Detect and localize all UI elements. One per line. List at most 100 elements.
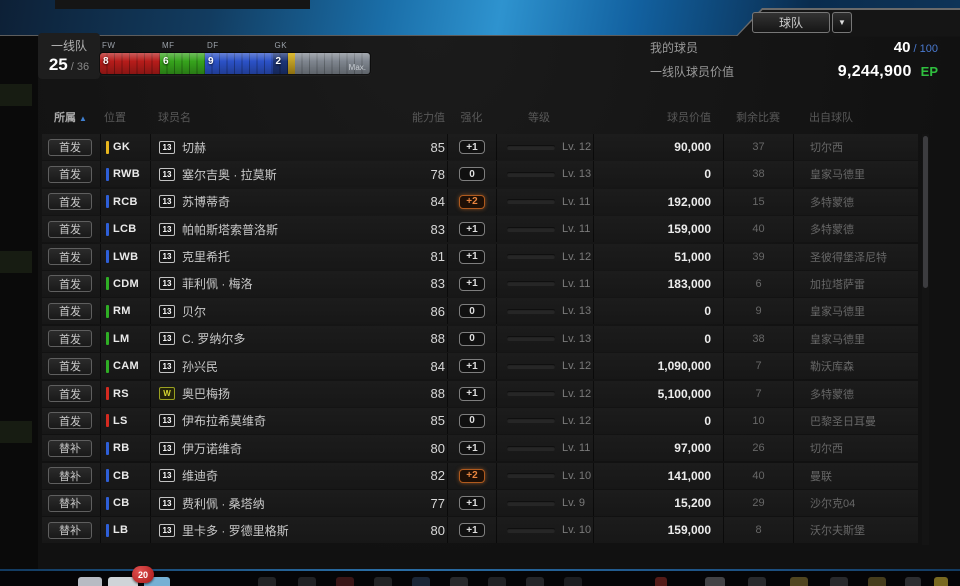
column-header-value[interactable]: 球员价值 xyxy=(593,109,723,125)
role-button[interactable]: 替补 xyxy=(48,439,92,457)
team-dropdown[interactable]: 球队 xyxy=(752,12,830,33)
role-button[interactable]: 首发 xyxy=(48,248,92,266)
role-button[interactable]: 替补 xyxy=(48,467,92,485)
taskbar-icon[interactable] xyxy=(336,577,354,586)
role-button[interactable]: 首发 xyxy=(48,412,92,430)
remaining-matches-cell: 38 xyxy=(723,325,793,352)
level-cell: Lv. 11 xyxy=(496,270,593,297)
table-row[interactable]: 首发 LM 13 C. 罗纳尔多 88 0 Lv. 13 0 38 皇家马德里 xyxy=(42,325,918,352)
value-cell: 141,000 xyxy=(593,462,723,489)
table-row[interactable]: 首发 GK 13 切赫 85 +1 Lv. 12 90,000 37 切尔西 xyxy=(42,134,918,160)
chevron-down-icon: ▼ xyxy=(838,18,846,27)
value-cell: 0 xyxy=(593,161,723,188)
level-progress-track xyxy=(507,171,555,177)
table-row[interactable]: 首发 RWB 13 塞尔吉奥 · 拉莫斯 78 0 Lv. 13 0 38 皇家… xyxy=(42,161,918,188)
position-cell: LB xyxy=(100,517,150,544)
table-row[interactable]: 替补 CB 13 维迪奇 82 +2 Lv. 10 141,000 40 曼联 xyxy=(42,462,918,489)
column-header-club[interactable]: 出自球队 xyxy=(793,109,918,125)
role-button[interactable]: 首发 xyxy=(48,330,92,348)
role-button[interactable]: 首发 xyxy=(48,275,92,293)
table-row[interactable]: 替补 LB 13 里卡多 · 罗德里格斯 80 +1 Lv. 10 159,00… xyxy=(42,517,918,544)
level-cell: Lv. 9 xyxy=(496,490,593,517)
remaining-matches-cell: 9 xyxy=(723,298,793,325)
remaining-matches-cell: 29 xyxy=(723,490,793,517)
taskbar-icon[interactable] xyxy=(905,577,921,586)
squad-value-row: 一线队球员价值 9,244,900 EP xyxy=(650,63,938,82)
scrollbar-thumb[interactable] xyxy=(923,136,928,288)
team-dropdown-arrow-button[interactable]: ▼ xyxy=(832,12,852,33)
column-header-enhance[interactable]: 强化 xyxy=(447,109,496,125)
column-header-remaining[interactable]: 剩余比赛 xyxy=(723,109,793,125)
season-badge: W xyxy=(159,387,175,401)
taskbar-icon[interactable] xyxy=(868,577,886,586)
table-row[interactable]: 首发 LWB 13 克里希托 81 +1 Lv. 12 51,000 39 圣彼… xyxy=(42,243,918,270)
taskbar-icon[interactable] xyxy=(258,577,276,586)
role-button[interactable]: 首发 xyxy=(48,165,92,183)
position-color-bar xyxy=(106,523,109,537)
taskbar-icon[interactable] xyxy=(374,577,392,586)
role-button[interactable]: 首发 xyxy=(48,220,92,238)
taskbar-icon[interactable] xyxy=(488,577,506,586)
level-label: Lv. 11 xyxy=(562,223,591,236)
origin-club-cell: 皇家马德里 xyxy=(793,298,918,325)
taskbar-icon[interactable] xyxy=(790,577,808,586)
position-label: RWB xyxy=(113,168,140,181)
level-label: Lv. 11 xyxy=(562,277,591,290)
table-row[interactable]: 替补 RB 13 伊万诺维奇 80 +1 Lv. 11 97,000 26 切尔… xyxy=(42,435,918,462)
taskbar-icon[interactable] xyxy=(526,577,544,586)
level-progress-track xyxy=(507,336,555,342)
column-header-role[interactable]: 所属 ▲ xyxy=(42,109,100,125)
role-button[interactable]: 首发 xyxy=(48,193,92,211)
level-cell: Lv. 11 xyxy=(496,188,593,215)
table-row[interactable]: 首发 RS W 奥巴梅扬 88 +1 Lv. 12 5,100,000 7 多特… xyxy=(42,380,918,407)
table-row[interactable]: 首发 CAM 13 孙兴民 84 +1 Lv. 12 1,090,000 7 勒… xyxy=(42,353,918,380)
table-row[interactable]: 首发 LCB 13 帕帕斯塔索普洛斯 83 +1 Lv. 11 159,000 … xyxy=(42,216,918,243)
rating-cell: 85 xyxy=(430,413,445,429)
value-cell: 5,100,000 xyxy=(593,380,723,407)
table-row[interactable]: 首发 RM 13 贝尔 86 0 Lv. 13 0 9 皇家马德里 xyxy=(42,298,918,325)
enhance-badge: 0 xyxy=(459,304,485,319)
column-header-name[interactable]: 球员名 xyxy=(150,109,405,125)
background-texture xyxy=(0,421,32,443)
level-label: Lv. 12 xyxy=(562,250,592,263)
my-players-row: 我的球员 40 / 100 xyxy=(650,39,938,58)
value-cell: 0 xyxy=(593,298,723,325)
role-button[interactable]: 替补 xyxy=(48,521,92,539)
position-cell: LCB xyxy=(100,216,150,243)
table-row[interactable]: 首发 LS 13 伊布拉希莫维奇 85 0 Lv. 12 0 10 巴黎圣日耳曼 xyxy=(42,407,918,434)
taskbar-icon[interactable] xyxy=(705,577,725,586)
position-cell: RS xyxy=(100,380,150,407)
table-row[interactable]: 首发 CDM 13 菲利佩 · 梅洛 83 +1 Lv. 11 183,000 … xyxy=(42,270,918,297)
taskbar-icon[interactable] xyxy=(748,577,766,586)
level-progress-track xyxy=(507,473,555,479)
taskbar-icon[interactable] xyxy=(830,577,848,586)
taskbar-icon[interactable] xyxy=(298,577,316,586)
taskbar-icon[interactable] xyxy=(450,577,468,586)
taskbar-icon[interactable] xyxy=(564,577,582,586)
role-button[interactable]: 首发 xyxy=(48,357,92,375)
column-header-level[interactable]: 等级 xyxy=(496,109,593,125)
position-label: GK xyxy=(113,141,131,153)
taskbar-icon[interactable] xyxy=(412,577,430,586)
column-header-rating[interactable]: 能力值 xyxy=(405,109,447,125)
enhance-badge: +1 xyxy=(459,386,485,401)
season-badge: 13 xyxy=(159,250,175,264)
taskbar-icon[interactable] xyxy=(655,577,667,586)
taskbar-icon[interactable] xyxy=(934,577,948,586)
position-color-bar xyxy=(106,469,109,483)
taskbar-icon[interactable] xyxy=(78,577,102,586)
origin-club-cell: 沙尔克04 xyxy=(793,490,918,517)
scrollbar-track[interactable] xyxy=(922,134,929,545)
rating-cell: 81 xyxy=(430,249,445,265)
table-row[interactable]: 首发 RCB 13 苏博蒂奇 84 +2 Lv. 11 192,000 15 多… xyxy=(42,188,918,215)
remaining-matches-cell: 7 xyxy=(723,380,793,407)
role-button[interactable]: 首发 xyxy=(48,302,92,320)
role-button[interactable]: 首发 xyxy=(48,138,92,156)
value-cell: 0 xyxy=(593,325,723,352)
table-row[interactable]: 替补 CB 13 费利佩 · 桑塔纳 77 +1 Lv. 9 15,200 29… xyxy=(42,490,918,517)
position-color-bar xyxy=(106,250,109,264)
remaining-matches-cell: 6 xyxy=(723,270,793,297)
role-button[interactable]: 首发 xyxy=(48,385,92,403)
role-button[interactable]: 替补 xyxy=(48,494,92,512)
column-header-position[interactable]: 位置 xyxy=(100,109,150,125)
